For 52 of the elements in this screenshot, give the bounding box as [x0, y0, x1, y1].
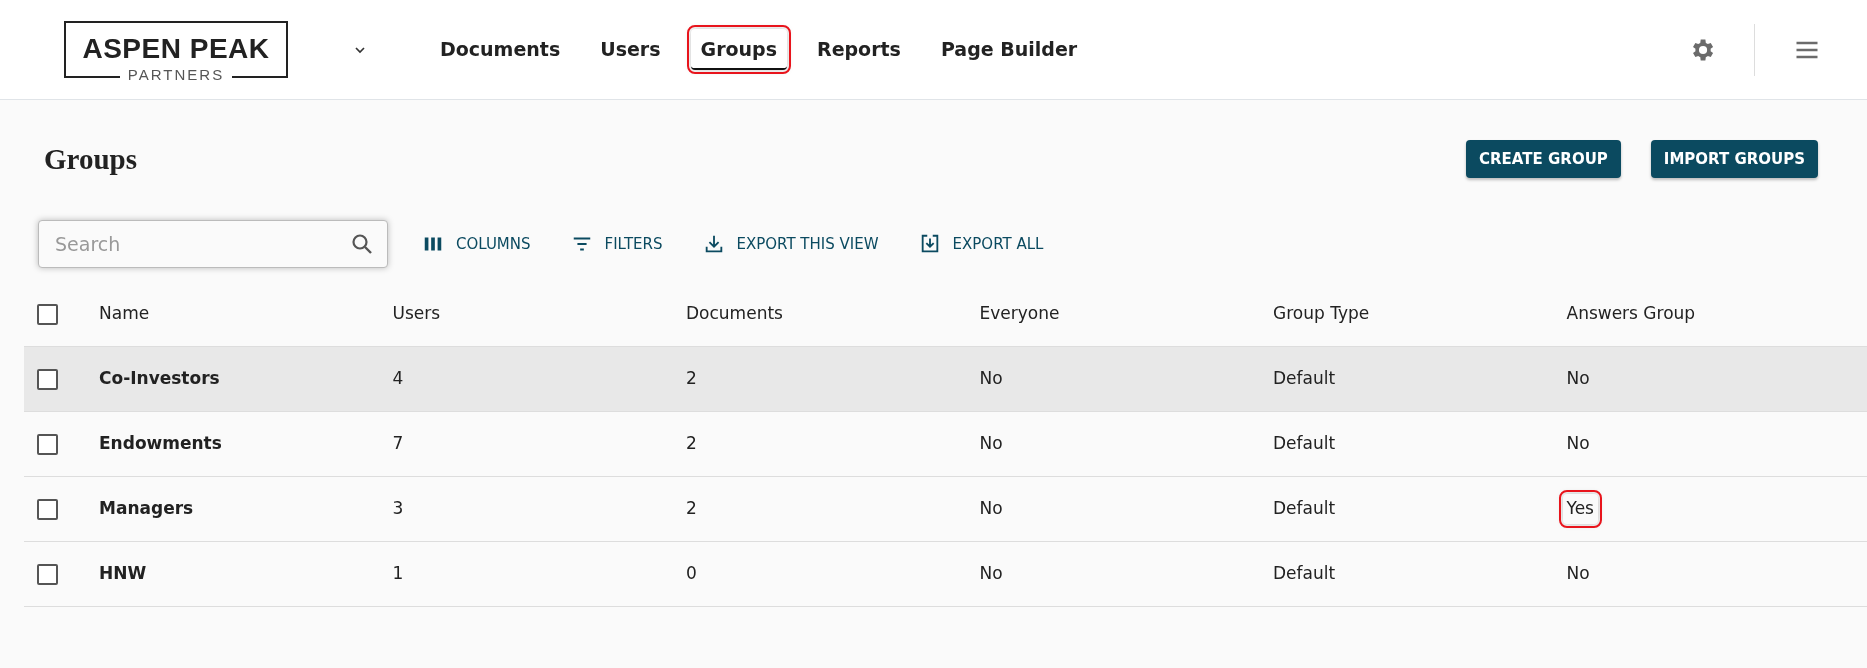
table-cell-text: Default — [1272, 432, 1337, 456]
column-header: Answers Group — [1565, 302, 1697, 326]
group-name: Managers — [98, 497, 195, 521]
toolbar-button[interactable]: FILTERS — [564, 228, 669, 260]
table-cell-text: 0 — [685, 562, 698, 586]
column-header: Group Type — [1272, 302, 1371, 326]
table-cell-text: No — [978, 562, 1004, 586]
group-name: Endowments — [98, 432, 223, 456]
search-field[interactable]: Search — [38, 220, 388, 268]
table-cell-text: Default — [1272, 497, 1337, 521]
table-cell-text: No — [1565, 432, 1591, 456]
group-name: Co-Investors — [98, 367, 221, 391]
nav-tab[interactable]: Documents — [430, 29, 571, 70]
nav-tab[interactable]: Reports — [807, 29, 911, 70]
toolbar-button[interactable]: COLUMNS — [416, 228, 537, 260]
column-header: Documents — [685, 302, 784, 326]
table-cell-text: Default — [1272, 562, 1337, 586]
nav-tab[interactable]: Page Builder — [930, 29, 1088, 70]
nav-tab[interactable]: Users — [590, 29, 671, 70]
table-cell-text: 2 — [685, 497, 698, 521]
checkbox[interactable] — [37, 368, 58, 390]
table-cell-text: 2 — [685, 432, 698, 456]
checkbox[interactable] — [37, 433, 58, 455]
table-cell-text: 4 — [391, 367, 405, 391]
page-title: Groups — [44, 141, 137, 177]
column-header: Name — [98, 302, 151, 326]
action-button[interactable]: CREATE GROUP — [1466, 139, 1621, 179]
table-cell-text: No — [978, 432, 1004, 456]
table-cell-text: Default — [1272, 367, 1337, 391]
table-row[interactable]: Co-Investors 4 2 No Default No — [24, 347, 1867, 412]
checkbox[interactable] — [37, 563, 58, 585]
search-icon — [350, 232, 374, 256]
column-header: Users — [391, 302, 442, 326]
table-cell-text: 3 — [391, 497, 405, 521]
table-cell-text: 1 — [391, 562, 405, 586]
table-cell-text: No — [1565, 367, 1591, 391]
table-cell-text: No — [978, 367, 1004, 391]
action-button[interactable]: IMPORT GROUPS — [1650, 139, 1818, 179]
table-row[interactable]: Endowments 7 2 No Default No — [24, 412, 1867, 477]
table-cell-text: 7 — [391, 432, 405, 456]
checkbox[interactable] — [37, 498, 58, 520]
table-row[interactable]: HNW 1 0 No Default No — [24, 542, 1867, 607]
table-cell-text: No — [1565, 562, 1591, 586]
table-row[interactable]: Managers 3 2 No Default Yes — [24, 477, 1867, 542]
checkbox[interactable] — [37, 303, 58, 325]
toolbar-button[interactable]: EXPORT ALL — [912, 228, 1050, 260]
column-header: Everyone — [978, 302, 1061, 326]
logo-title: ASPEN PEAK — [82, 34, 270, 63]
table-cell-text: 2 — [685, 367, 698, 391]
table-cell-text: No — [978, 497, 1004, 521]
toolbar-button[interactable]: EXPORT THIS VIEW — [696, 228, 885, 260]
group-name: HNW — [98, 562, 148, 586]
